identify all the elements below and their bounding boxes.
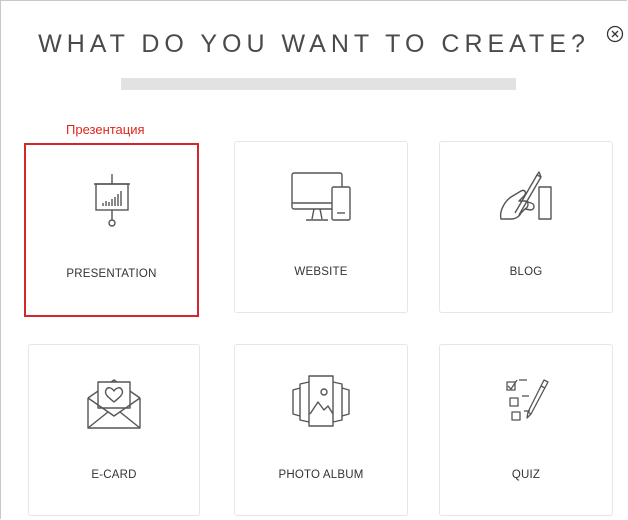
presentation-board-icon (26, 170, 197, 234)
annotation-label: Презентация (66, 122, 145, 137)
option-label: E-CARD (91, 469, 137, 481)
dialog-title: WHAT DO YOU WANT TO CREATE? (38, 30, 590, 58)
option-label: BLOG (509, 266, 543, 278)
option-ecard[interactable]: E-CARD (28, 344, 200, 516)
option-label: QUIZ (511, 469, 541, 481)
option-label: PHOTO ALBUM (278, 469, 364, 481)
option-label: WEBSITE (294, 266, 348, 278)
option-presentation[interactable]: PRESENTATION (24, 143, 199, 317)
option-photo-album[interactable]: PHOTO ALBUM (234, 344, 408, 516)
option-quiz[interactable]: QUIZ (439, 344, 613, 516)
checklist-pencil-icon (440, 370, 612, 434)
desktop-mobile-icon (235, 167, 407, 231)
hand-writing-icon (440, 167, 612, 231)
photo-stack-icon (235, 370, 407, 434)
close-icon[interactable] (606, 25, 624, 43)
progress-bar (121, 78, 516, 90)
envelope-heart-icon (29, 370, 199, 434)
option-label: PRESENTATION (66, 268, 157, 280)
option-blog[interactable]: BLOG (439, 141, 613, 313)
option-website[interactable]: WEBSITE (234, 141, 408, 313)
